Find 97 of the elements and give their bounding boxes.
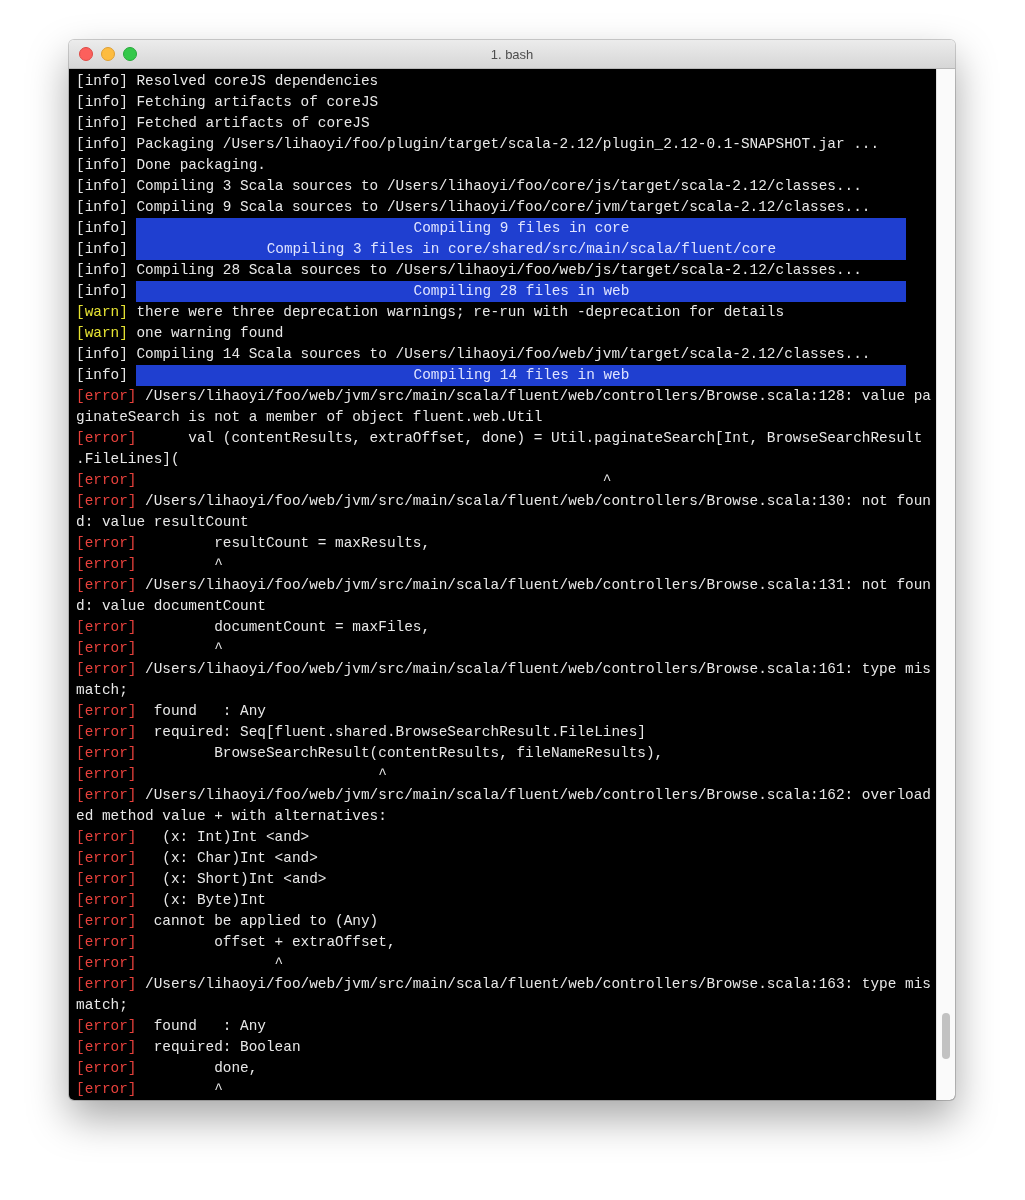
- log-level-tag: [error]: [76, 869, 137, 890]
- progress-banner: Compiling 3 files in core/shared/src/main/scala/fluent/core: [136, 239, 907, 260]
- log-text: Fetched artifacts of coreJS: [136, 114, 370, 133]
- log-level-tag: [info]: [76, 260, 128, 281]
- log-level-tag: [error]: [76, 659, 137, 680]
- log-text: match;: [76, 681, 128, 700]
- log-level-tag: [warn]: [76, 323, 128, 344]
- log-level-tag: [error]: [76, 848, 137, 869]
- log-level-tag: [info]: [76, 281, 128, 302]
- log-level-tag: [error]: [76, 827, 137, 848]
- minimize-button[interactable]: [101, 47, 115, 61]
- log-text: ^: [601, 471, 612, 490]
- log-text: Compiling 14 Scala sources to /Users/lihaoyi/foo/web/jvm/target/scala-2.12/classes...: [136, 345, 871, 364]
- log-level-tag: [error]: [76, 743, 137, 764]
- log-level-tag: [error]: [76, 1079, 137, 1100]
- log-level-tag: [error]: [76, 1016, 137, 1037]
- scroll-thumb[interactable]: [942, 1013, 950, 1059]
- log-text: BrowseSearchResult(contentResults, fileNameResults),: [213, 744, 664, 763]
- log-level-tag: [error]: [76, 575, 137, 596]
- log-text: found : Any: [152, 702, 266, 721]
- log-text: there were three deprecation warnings; re-run with -deprecation for details: [136, 303, 785, 322]
- log-level-tag: [error]: [76, 911, 137, 932]
- progress-banner: Compiling 9 files in core: [136, 218, 907, 239]
- log-text: found : Any: [152, 1017, 266, 1036]
- log-text: (x: Byte)Int: [161, 891, 266, 910]
- window-title: 1. bash: [489, 46, 535, 62]
- log-level-tag: [error]: [76, 722, 137, 743]
- log-text: /Users/lihaoyi/foo/web/jvm/src/main/scala/fluent/web/controllers/Browse.scala:130: not foun: [145, 492, 931, 511]
- log-level-tag: [info]: [76, 365, 128, 386]
- log-text: val (contentResults, extraOffset, done) = Util.paginateSearch[Int, BrowseSearchResult: [187, 429, 923, 448]
- log-text: (x: Short)Int <and>: [161, 870, 327, 889]
- log-text: required: Seq[fluent.shared.BrowseSearchResult.FileLines]: [152, 723, 646, 742]
- log-level-tag: [info]: [76, 218, 128, 239]
- log-text: /Users/lihaoyi/foo/web/jvm/src/main/scala/fluent/web/controllers/Browse.scala:162: overload: [145, 786, 931, 805]
- close-button[interactable]: [79, 47, 93, 61]
- log-text: Compiling 3 Scala sources to /Users/lihaoyi/foo/core/js/target/scala-2.12/classes...: [136, 177, 862, 196]
- log-level-tag: [info]: [76, 155, 128, 176]
- log-text: match;: [76, 996, 128, 1015]
- log-text: offset + extraOffset,: [213, 933, 396, 952]
- log-text: ginateSearch is not a member of object fluent.web.Util: [76, 408, 543, 427]
- log-text: Compiling 9 Scala sources to /Users/lihaoyi/foo/core/jvm/target/scala-2.12/classes...: [136, 198, 871, 217]
- log-text: resultCount = maxResults,: [213, 534, 431, 553]
- log-level-tag: [error]: [76, 617, 137, 638]
- log-text: documentCount = maxFiles,: [213, 618, 431, 637]
- log-level-tag: [warn]: [76, 302, 128, 323]
- log-level-tag: [info]: [76, 176, 128, 197]
- log-text: d: value documentCount: [76, 597, 266, 616]
- log-text: ^: [213, 1080, 223, 1099]
- log-text: (x: Char)Int <and>: [161, 849, 318, 868]
- progress-banner: Compiling 14 files in web: [136, 365, 907, 386]
- log-text: one warning found: [136, 324, 284, 343]
- log-level-tag: [info]: [76, 134, 128, 155]
- log-text: Compiling 28 Scala sources to /Users/lihaoyi/foo/web/js/target/scala-2.12/classes...: [136, 261, 862, 280]
- log-text: ^: [377, 765, 387, 784]
- log-level-tag: [info]: [76, 71, 128, 92]
- log-text: Resolved coreJS dependencies: [136, 72, 379, 91]
- log-text: /Users/lihaoyi/foo/web/jvm/src/main/scala/fluent/web/controllers/Browse.scala:131: not foun: [145, 576, 931, 595]
- scroll-bar[interactable]: [936, 69, 955, 1100]
- log-level-tag: [error]: [76, 386, 137, 407]
- log-level-tag: [error]: [76, 428, 137, 449]
- maximize-button[interactable]: [123, 47, 137, 61]
- log-level-tag: [error]: [76, 470, 137, 491]
- log-level-tag: [info]: [76, 239, 128, 260]
- log-level-tag: [error]: [76, 491, 137, 512]
- log-level-tag: [error]: [76, 932, 137, 953]
- log-level-tag: [error]: [76, 890, 137, 911]
- log-level-tag: [error]: [76, 701, 137, 722]
- log-level-tag: [error]: [76, 974, 137, 995]
- log-text: Packaging /Users/lihaoyi/foo/plugin/target/scala-2.12/plugin_2.12-0.1-SNAPSHOT.jar ...: [136, 135, 880, 154]
- log-text: .FileLines](: [76, 450, 180, 469]
- log-text: /Users/lihaoyi/foo/web/jvm/src/main/scala/fluent/web/controllers/Browse.scala:161: type mis: [145, 660, 931, 679]
- log-level-tag: [info]: [76, 113, 128, 134]
- log-level-tag: [error]: [76, 638, 137, 659]
- log-level-tag: [error]: [76, 554, 137, 575]
- log-level-tag: [info]: [76, 92, 128, 113]
- log-level-tag: [info]: [76, 344, 128, 365]
- log-level-tag: [error]: [76, 1037, 137, 1058]
- log-text: /Users/lihaoyi/foo/web/jvm/src/main/scala/fluent/web/controllers/Browse.scala:128: value pa: [145, 387, 931, 406]
- log-level-tag: [error]: [76, 953, 137, 974]
- log-text: (x: Int)Int <and>: [161, 828, 310, 847]
- log-level-tag: [error]: [76, 785, 137, 806]
- log-text: /Users/lihaoyi/foo/web/jvm/src/main/scala/fluent/web/controllers/Browse.scala:163: type mis: [145, 975, 931, 994]
- log-text: ed method value + with alternatives:: [76, 807, 387, 826]
- log-level-tag: [info]: [76, 197, 128, 218]
- log-text: ^: [213, 555, 223, 574]
- log-text: ^: [213, 639, 223, 658]
- log-text: cannot be applied to (Any): [152, 912, 379, 931]
- log-text: Fetching artifacts of coreJS: [136, 93, 379, 112]
- log-level-tag: [error]: [76, 1058, 137, 1079]
- progress-banner: Compiling 28 files in web: [136, 281, 907, 302]
- log-text: required: Boolean: [152, 1038, 301, 1057]
- log-text: d: value resultCount: [76, 513, 249, 532]
- log-text: Done packaging.: [136, 156, 266, 175]
- log-text: done,: [213, 1059, 258, 1078]
- log-level-tag: [error]: [76, 764, 137, 785]
- log-text: ^: [273, 954, 284, 973]
- log-level-tag: [error]: [76, 533, 137, 554]
